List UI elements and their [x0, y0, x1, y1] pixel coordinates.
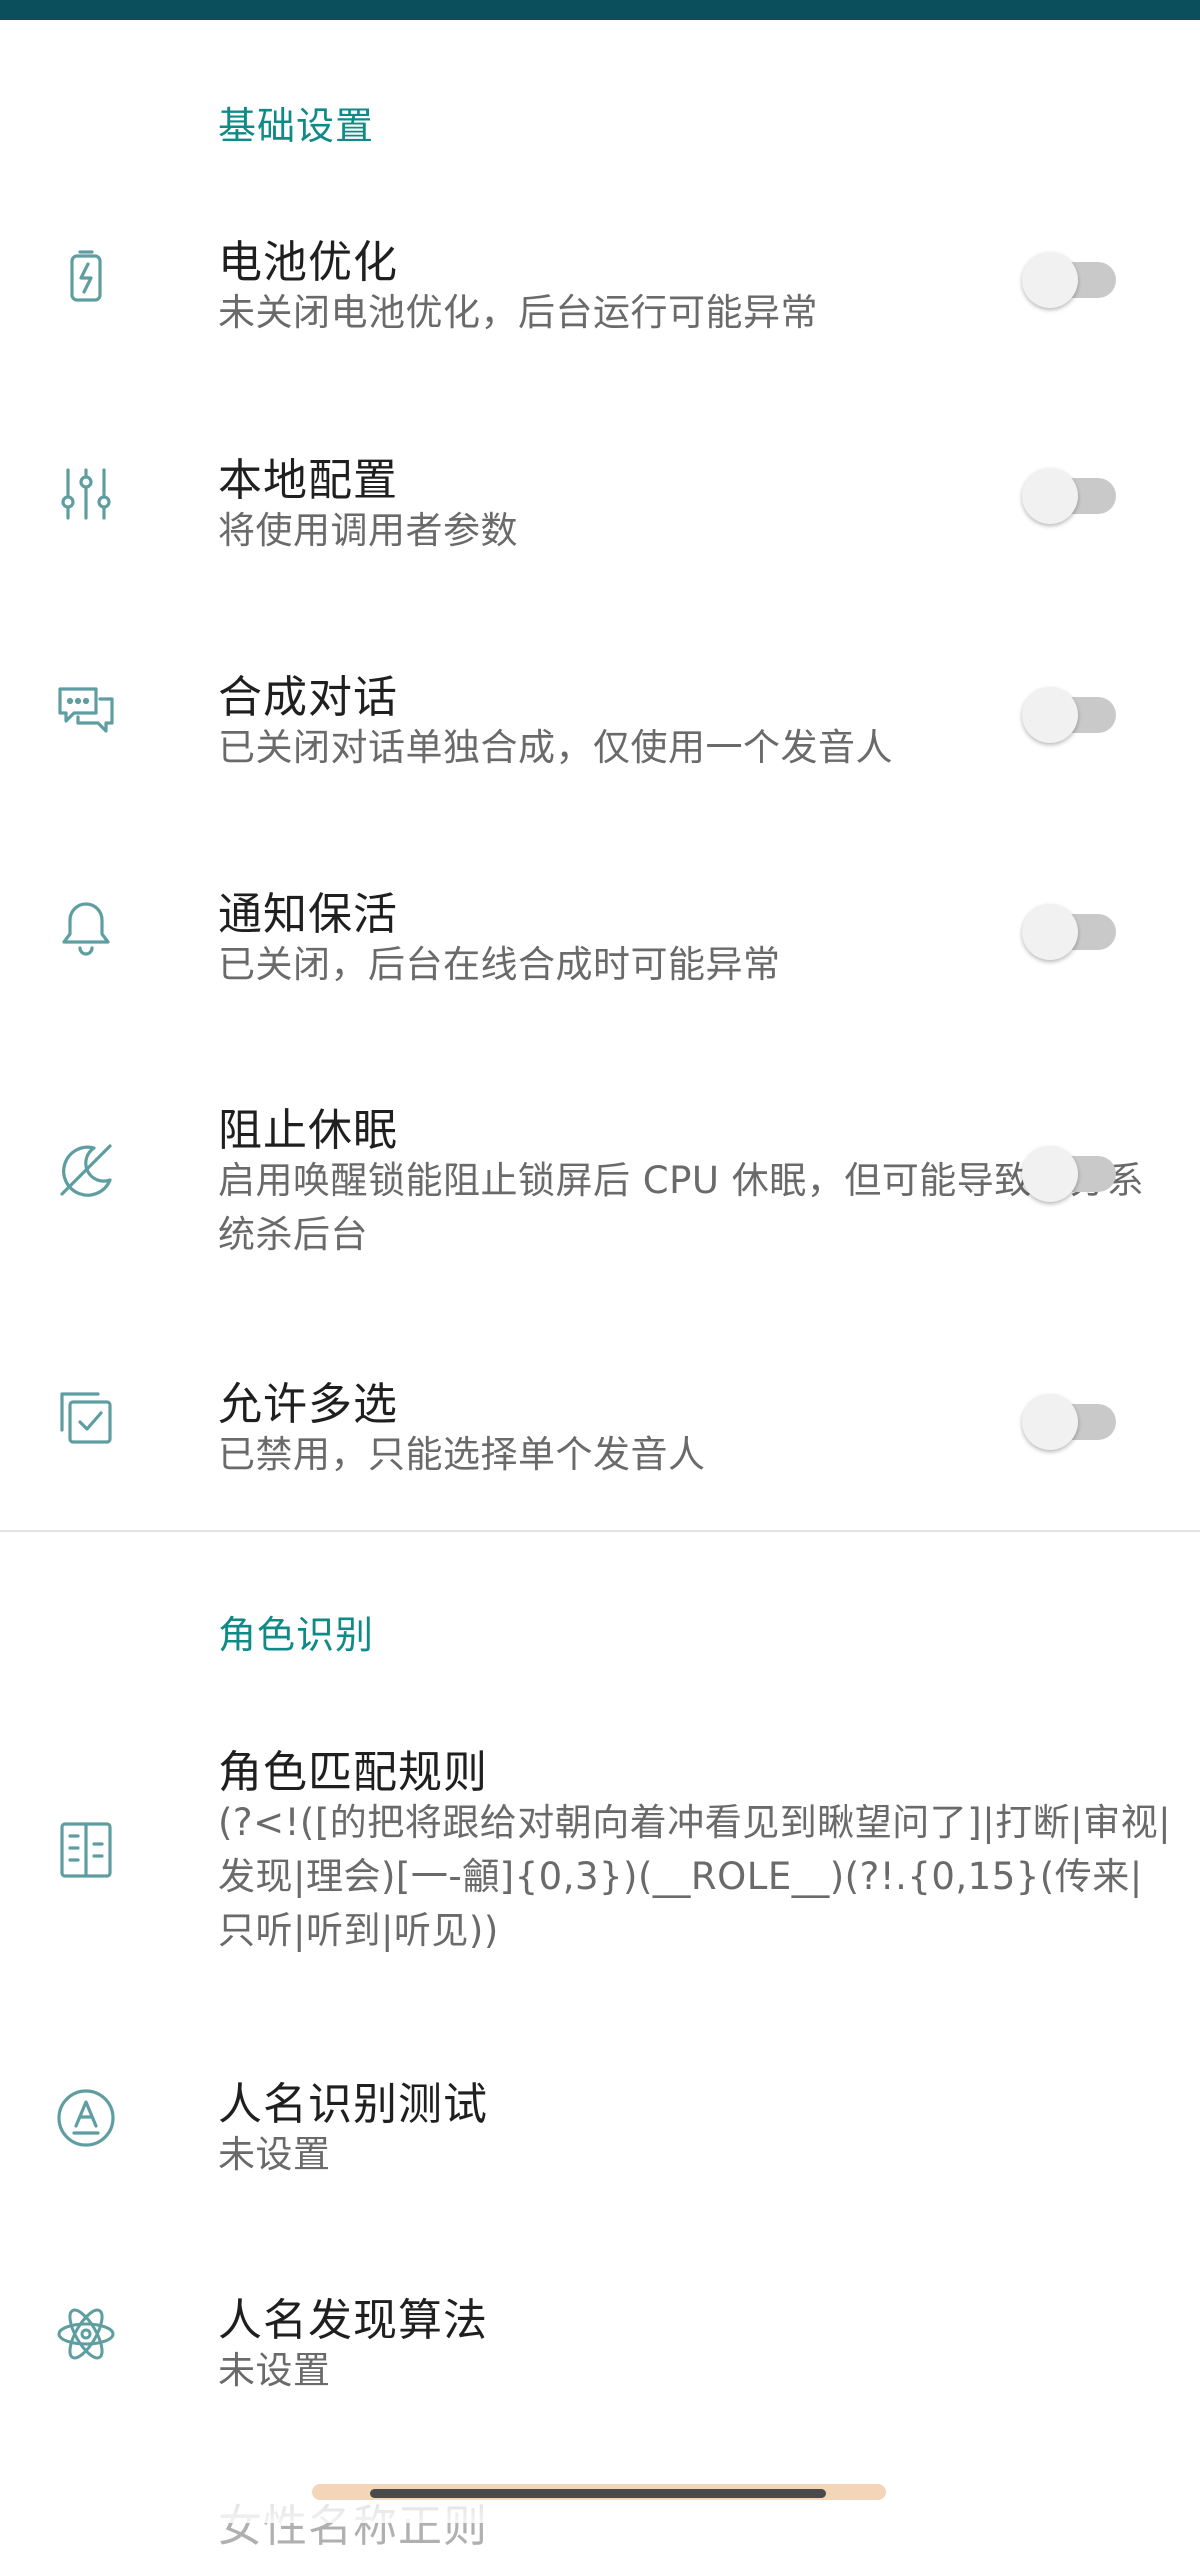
pref-notification-keepalive[interactable]: 通知保活 已关闭，后台在线合成时可能异常	[0, 862, 1200, 1012]
pref-title: 通知保活	[218, 889, 398, 940]
prevent-sleep-switch[interactable]	[1022, 1146, 1118, 1202]
sliders-icon	[50, 458, 122, 530]
pref-title: 人名识别测试	[218, 2079, 488, 2130]
chat-bubbles-icon	[50, 675, 122, 747]
pref-name-recognition-test[interactable]: 人名识别测试 未设置	[0, 2052, 1200, 2202]
pref-summary: 未设置	[218, 2133, 331, 2176]
pref-name-discovery-algorithm[interactable]: 人名发现算法 未设置	[0, 2268, 1200, 2418]
dialogue-synthesis-switch[interactable]	[1022, 687, 1118, 743]
status-bar	[0, 0, 1200, 20]
gesture-nav-handle[interactable]	[370, 2489, 826, 2498]
pref-summary: 将使用调用者参数	[218, 509, 518, 552]
pref-allow-multiselect[interactable]: 允许多选 已禁用，只能选择单个发音人	[0, 1352, 1200, 1502]
name-test-icon	[50, 2082, 122, 2154]
pref-role-match-rule[interactable]: 角色匹配规则 (?<!([的把将跟给对朝向着冲看见到瞅望问了]|打断|审视|发现…	[0, 1720, 1200, 1980]
pref-title: 角色匹配规则	[218, 1747, 488, 1798]
local-config-switch[interactable]	[1022, 468, 1118, 524]
pref-title: 允许多选	[218, 1379, 398, 1430]
battery-optimization-switch[interactable]	[1022, 252, 1118, 308]
section-header-basic: 基础设置	[218, 104, 375, 148]
battery-charging-icon	[50, 240, 122, 312]
pref-summary: 已关闭，后台在线合成时可能异常	[218, 943, 781, 986]
pref-summary: (?<!([的把将跟给对朝向着冲看见到瞅望问了]|打断|审视|发现|理会)[一-…	[218, 1801, 1172, 1952]
section-header-role-recognition: 角色识别	[218, 1613, 375, 1657]
pref-title: 合成对话	[218, 672, 398, 723]
pref-summary: 启用唤醒锁能阻止锁屏后 CPU 休眠，但可能导致部分系统杀后台	[218, 1159, 1145, 1256]
rules-list-icon	[50, 1814, 122, 1886]
sleep-off-icon	[50, 1134, 122, 1206]
pref-local-config[interactable]: 本地配置 将使用调用者参数	[0, 428, 1200, 578]
multi-select-icon	[50, 1382, 122, 1454]
pref-battery-optimization[interactable]: 电池优化 未关闭电池优化，后台运行可能异常	[0, 210, 1200, 360]
pref-summary: 已关闭对话单独合成，仅使用一个发音人	[218, 726, 893, 769]
pref-summary: 已禁用，只能选择单个发音人	[218, 1433, 706, 1476]
bottom-fade	[0, 2440, 1200, 2523]
pref-dialogue-synthesis[interactable]: 合成对话 已关闭对话单独合成，仅使用一个发音人	[0, 645, 1200, 795]
section-divider	[0, 1530, 1200, 1532]
pref-title: 本地配置	[218, 455, 398, 506]
pref-summary: 未设置	[218, 2349, 331, 2392]
pref-prevent-sleep[interactable]: 阻止休眠 启用唤醒锁能阻止锁屏后 CPU 休眠，但可能导致部分系统杀后台	[0, 1078, 1200, 1278]
pref-summary: 未关闭电池优化，后台运行可能异常	[218, 291, 818, 334]
pref-title: 阻止休眠	[218, 1105, 398, 1156]
pref-title: 电池优化	[218, 237, 398, 288]
notification-keepalive-switch[interactable]	[1022, 904, 1118, 960]
pref-title: 人名发现算法	[218, 2295, 488, 2346]
bell-icon	[50, 892, 122, 964]
atom-icon	[50, 2298, 122, 2370]
allow-multiselect-switch[interactable]	[1022, 1394, 1118, 1450]
